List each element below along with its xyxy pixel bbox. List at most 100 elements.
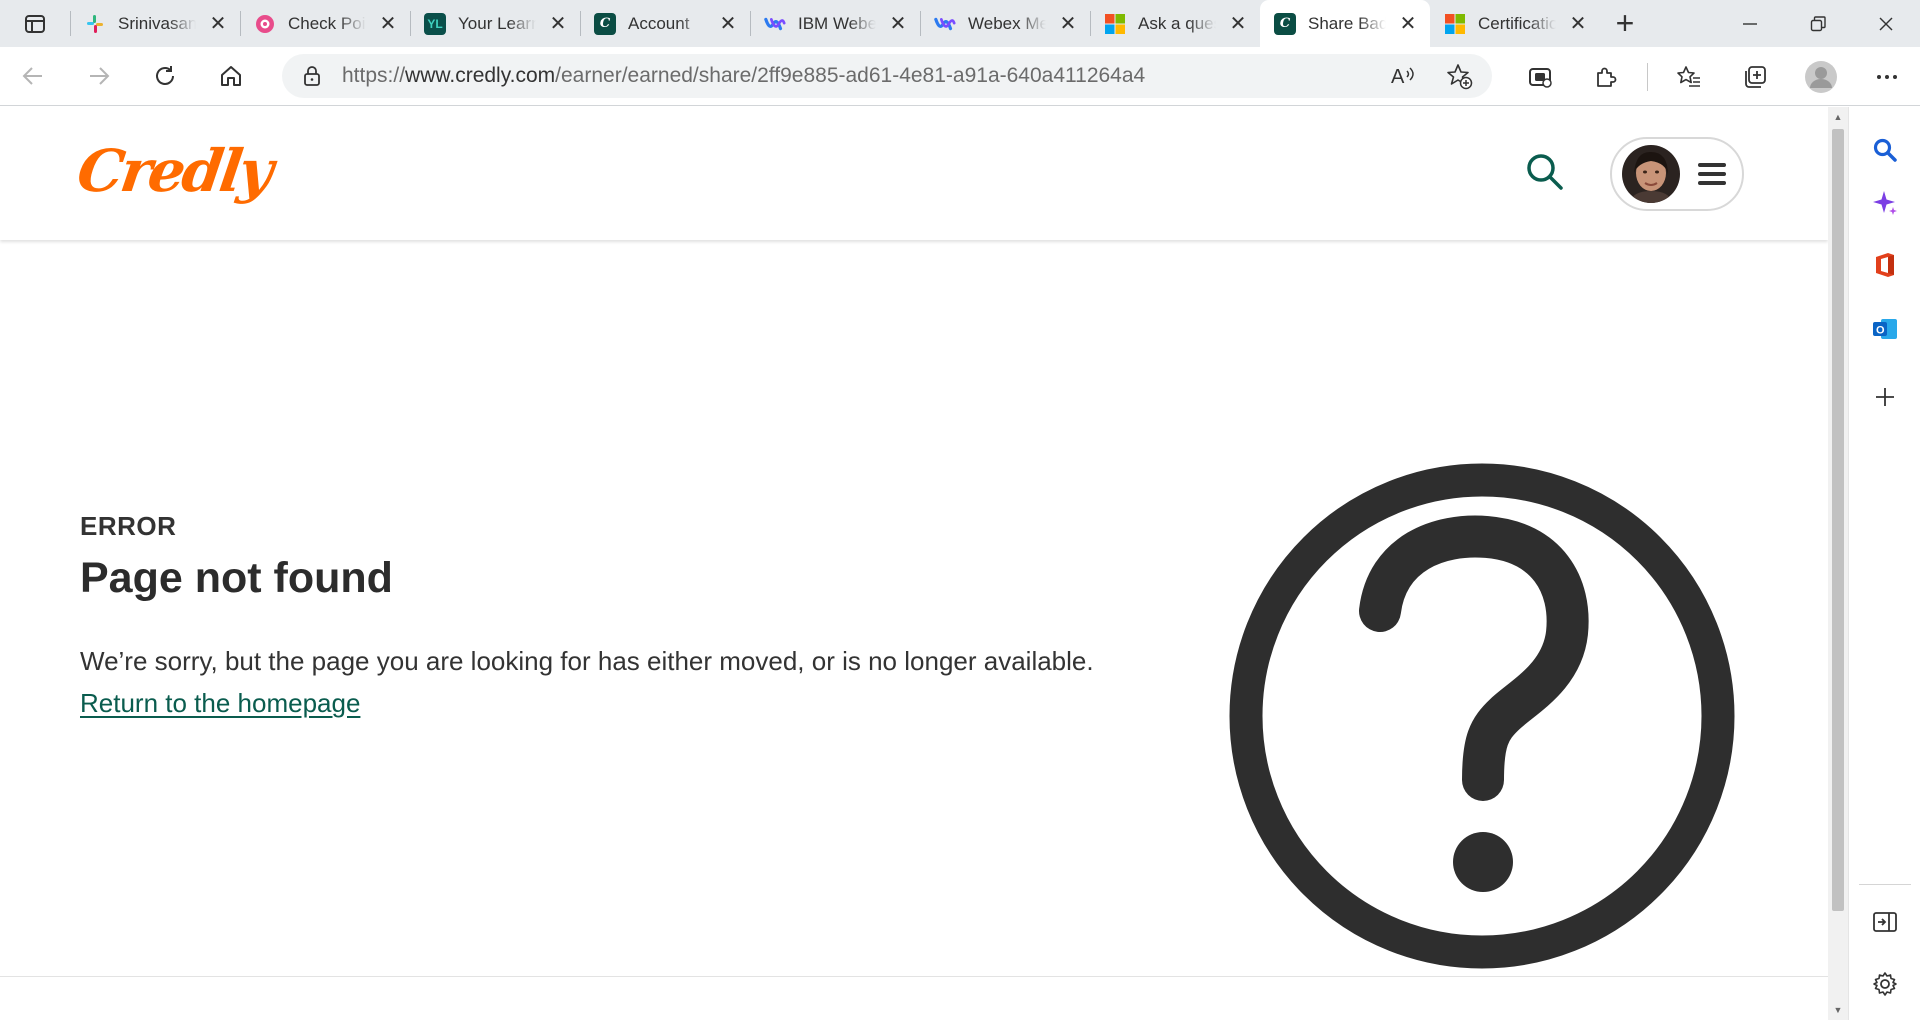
sidebar-add-button[interactable] xyxy=(1849,372,1920,422)
tab-1[interactable]: Check Point ✕ xyxy=(240,0,410,47)
browser-toolbar: https://www.credly.com/earner/earned/sha… xyxy=(0,47,1920,106)
close-icon[interactable]: ✕ xyxy=(1058,14,1078,34)
url-host: www.credly.com xyxy=(405,64,556,87)
error-message: We’re sorry, but the page you are lookin… xyxy=(80,646,1094,676)
tab-5[interactable]: Webex Meetings ✕ xyxy=(920,0,1090,47)
favorites-list-icon xyxy=(1677,65,1700,87)
error-label: ERROR xyxy=(80,511,177,541)
profile-avatar-icon xyxy=(1805,60,1837,93)
yl-icon: YL xyxy=(424,12,446,35)
collections-button[interactable] xyxy=(1722,47,1788,106)
tab-actions-button[interactable] xyxy=(0,0,70,47)
tab-title: Share Badge xyxy=(1308,13,1386,33)
close-icon[interactable]: ✕ xyxy=(208,14,228,34)
restore-icon xyxy=(1810,15,1826,31)
credly-logo[interactable]: Credly xyxy=(73,137,274,205)
hamburger-menu-icon xyxy=(1698,163,1726,185)
puzzle-icon xyxy=(1597,67,1617,87)
minimize-icon xyxy=(1743,22,1757,25)
close-icon[interactable]: ✕ xyxy=(378,14,398,34)
shield-extension-button[interactable] xyxy=(1507,47,1573,106)
webex-icon xyxy=(764,13,786,35)
svg-text:O: O xyxy=(1876,325,1885,337)
close-icon[interactable]: ✕ xyxy=(1568,14,1588,34)
plus-icon xyxy=(1876,388,1894,406)
star-add-icon xyxy=(1447,64,1473,90)
tab-title: IBM Webex xyxy=(798,13,876,33)
collections-icon xyxy=(1745,65,1766,88)
edge-sidebar: O xyxy=(1848,107,1920,1020)
account-menu-button[interactable] xyxy=(1610,137,1744,211)
add-favorite-button[interactable] xyxy=(1434,54,1484,98)
webex-icon xyxy=(934,13,956,35)
settings-more-button[interactable] xyxy=(1854,47,1920,106)
scroll-down-arrow[interactable]: ▼ xyxy=(1828,1000,1848,1020)
slack-icon xyxy=(84,13,106,35)
forward-arrow-icon xyxy=(90,67,110,85)
page-scrollbar[interactable]: ▲ ▼ xyxy=(1828,107,1848,1020)
close-window-button[interactable] xyxy=(1852,0,1920,47)
new-tab-button[interactable]: + xyxy=(1600,0,1650,47)
sidebar-settings-button[interactable] xyxy=(1849,959,1920,1009)
tab-8[interactable]: Certification ✕ xyxy=(1430,0,1600,47)
office-icon xyxy=(1876,253,1894,277)
tab-title: Webex Meetings xyxy=(968,13,1046,33)
tab-title: Srinivasan xyxy=(118,13,196,33)
microsoft-icon xyxy=(1104,13,1126,35)
close-icon[interactable]: ✕ xyxy=(888,14,908,34)
address-bar[interactable]: https://www.credly.com/earner/earned/sha… xyxy=(282,54,1492,98)
close-icon[interactable]: ✕ xyxy=(1228,14,1248,34)
home-button[interactable] xyxy=(198,47,264,106)
sparkle-icon xyxy=(1873,191,1897,215)
tab-6[interactable]: Ask a question ✕ xyxy=(1090,0,1260,47)
search-button[interactable] xyxy=(1520,147,1570,197)
tab-strip: Srinivasan ✕ Check Point ✕ YL Your Learn… xyxy=(0,0,1920,47)
credly-icon: C xyxy=(594,12,616,35)
forward-button[interactable] xyxy=(66,47,132,106)
favorites-button[interactable] xyxy=(1656,47,1722,106)
url-path: /earner/earned/share/2ff9e885-ad61-4e81-… xyxy=(555,64,1146,87)
page-viewport: Credly ERROR Page not found We’re sorry,… xyxy=(0,107,1828,1020)
close-icon[interactable]: ✕ xyxy=(548,14,568,34)
sidebar-office-button[interactable] xyxy=(1849,240,1920,290)
question-mark-circle-icon xyxy=(1229,463,1735,969)
tab-0[interactable]: Srinivasan ✕ xyxy=(70,0,240,47)
refresh-button[interactable] xyxy=(132,47,198,106)
return-home-link[interactable]: Return to the homepage xyxy=(80,688,360,719)
page-title: Page not found xyxy=(80,554,393,602)
close-icon[interactable]: ✕ xyxy=(1398,14,1418,34)
tab-title: Ask a question xyxy=(1138,13,1216,33)
tab-4[interactable]: IBM Webex ✕ xyxy=(750,0,920,47)
lock-icon[interactable] xyxy=(282,65,342,87)
tab-2[interactable]: YL Your Learning ✕ xyxy=(410,0,580,47)
checkpoint-icon xyxy=(254,13,276,35)
sidebar-search-button[interactable] xyxy=(1849,125,1920,175)
back-button[interactable] xyxy=(0,47,66,106)
extensions-button[interactable] xyxy=(1573,47,1639,106)
close-icon xyxy=(1879,17,1893,30)
avatar xyxy=(1622,145,1680,203)
close-icon[interactable]: ✕ xyxy=(718,14,738,34)
read-aloud-button[interactable]: A xyxy=(1379,54,1429,98)
url-text[interactable]: https://www.credly.com/earner/earned/sha… xyxy=(342,64,1145,88)
scroll-up-arrow[interactable]: ▲ xyxy=(1828,107,1848,127)
restore-button[interactable] xyxy=(1784,0,1852,47)
search-icon xyxy=(1873,138,1897,162)
tab-title: Your Learning xyxy=(458,13,536,33)
sidebar-outlook-button[interactable]: O xyxy=(1849,304,1920,354)
refresh-icon xyxy=(156,66,174,85)
toolbar-divider xyxy=(1647,62,1648,91)
sidebar-hide-button[interactable] xyxy=(1849,897,1920,947)
tab-7-active[interactable]: C Share Badge ✕ xyxy=(1260,0,1430,47)
tab-actions-icon xyxy=(25,14,45,33)
tab-3[interactable]: C Account ✕ xyxy=(580,0,750,47)
tab-title: Check Point xyxy=(288,13,366,33)
toolbar-right xyxy=(1507,47,1920,106)
back-arrow-icon xyxy=(22,67,42,85)
outlook-icon: O xyxy=(1873,319,1897,339)
minimize-button[interactable] xyxy=(1716,0,1784,47)
profile-button[interactable] xyxy=(1788,47,1854,106)
browser-window: Srinivasan ✕ Check Point ✕ YL Your Learn… xyxy=(0,0,1920,1020)
sidebar-copilot-button[interactable] xyxy=(1849,178,1920,228)
scroll-thumb[interactable] xyxy=(1832,129,1844,911)
